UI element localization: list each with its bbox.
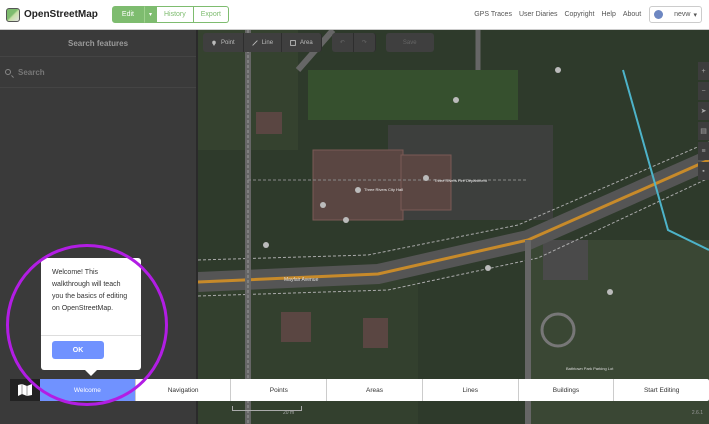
walkthrough-bar: Welcome Navigation Points Areas Lines Bu… [10, 379, 709, 401]
nav-links: GPS Traces User Diaries Copyright Help A… [467, 6, 709, 23]
redo-icon[interactable]: ↷ [353, 33, 376, 52]
zoom-in-icon[interactable]: + [698, 62, 709, 80]
add-point-label: Point [221, 39, 235, 46]
app-root: OpenStreetMap Edit ▾ History Export GPS … [0, 0, 709, 424]
brand-name: OpenStreetMap [24, 9, 98, 20]
history-button[interactable]: History [156, 6, 194, 23]
export-button[interactable]: Export [193, 6, 229, 23]
add-line-label: Line [261, 39, 274, 46]
background-layers-icon[interactable]: ▤ [698, 122, 709, 140]
walkthrough-tab-navigation[interactable]: Navigation [136, 379, 232, 401]
nav-link-about[interactable]: About [623, 11, 641, 18]
walkthrough-tab-lines[interactable]: Lines [423, 379, 519, 401]
walkthrough-tab-start-editing[interactable]: Start Editing [614, 379, 709, 401]
zoom-out-icon[interactable]: − [698, 82, 709, 100]
edit-button-group: Edit ▾ History Export [111, 6, 229, 23]
osm-logo-icon [6, 7, 20, 22]
issues-icon[interactable]: ▪ [698, 162, 709, 180]
add-area-label: Area [300, 39, 313, 46]
top-navbar: OpenStreetMap Edit ▾ History Export GPS … [0, 0, 709, 30]
search-icon [5, 69, 11, 75]
map-label-parking-lot: Bathtown Park Parking Lot [566, 366, 614, 371]
draw-toolbar: Point Line Area ↶ ↷ Save [203, 33, 434, 52]
version-label: 2.6.1 [691, 410, 703, 416]
line-icon [251, 39, 258, 46]
nav-link-user-diaries[interactable]: User Diaries [519, 11, 558, 18]
search-placeholder: Search [18, 67, 45, 77]
walkthrough-tab-areas[interactable]: Areas [327, 379, 423, 401]
area-icon [290, 39, 296, 46]
add-line-button[interactable]: Line [243, 33, 283, 52]
username: nevw [674, 11, 691, 18]
sidebar-title: Search features [0, 30, 196, 57]
geolocate-icon[interactable]: ➤ [698, 102, 709, 120]
tooltip-arrow [85, 370, 97, 376]
map-canvas[interactable]: Mayfair Avenue Three Rivers City Hall Th… [198, 30, 709, 424]
folded-map-icon [18, 384, 32, 396]
welcome-text: Welcome! This walkthrough will teach you… [52, 269, 128, 312]
walkthrough-tabs: Welcome Navigation Points Areas Lines Bu… [40, 379, 709, 401]
scale-label: 20 m [283, 410, 295, 416]
map-label-street: Mayfair Avenue [284, 277, 319, 283]
avatar [654, 10, 664, 19]
walkthrough-tab-buildings[interactable]: Buildings [519, 379, 615, 401]
edit-button[interactable]: Edit [111, 6, 144, 23]
save-button[interactable]: Save [385, 33, 434, 52]
point-icon [212, 40, 216, 46]
map-label-fire-department: Three Rivers Fire Department [434, 178, 487, 183]
nav-link-help[interactable]: Help [601, 11, 615, 18]
nav-link-gps-traces[interactable]: GPS Traces [474, 11, 512, 18]
ok-button[interactable]: OK [52, 341, 104, 359]
add-point-button[interactable]: Point [203, 33, 244, 52]
chevron-down-icon: ▾ [693, 11, 697, 19]
add-area-button[interactable]: Area [282, 33, 322, 52]
tooltip-divider [41, 335, 141, 336]
search-features-input[interactable]: Search [0, 57, 196, 88]
undo-icon[interactable]: ↶ [331, 33, 354, 52]
map-controls: + − ➤ ▤ ≡ ▪ [698, 62, 709, 182]
user-menu[interactable]: nevw ▾ [649, 6, 702, 23]
map-label-city-hall: Three Rivers City Hall [364, 187, 403, 192]
walkthrough-map-icon [10, 379, 40, 401]
welcome-tooltip: Welcome! This walkthrough will teach you… [41, 258, 141, 376]
walkthrough-tab-points[interactable]: Points [231, 379, 328, 401]
map-data-icon[interactable]: ≡ [698, 142, 709, 160]
map-imagery [198, 30, 709, 424]
walkthrough-tab-welcome[interactable]: Welcome [40, 379, 136, 401]
osm-logo[interactable]: OpenStreetMap [6, 7, 98, 22]
edit-dropdown-caret-icon[interactable]: ▾ [143, 6, 157, 23]
nav-link-copyright[interactable]: Copyright [564, 11, 594, 18]
undo-redo-group: ↶ ↷ [331, 33, 376, 52]
